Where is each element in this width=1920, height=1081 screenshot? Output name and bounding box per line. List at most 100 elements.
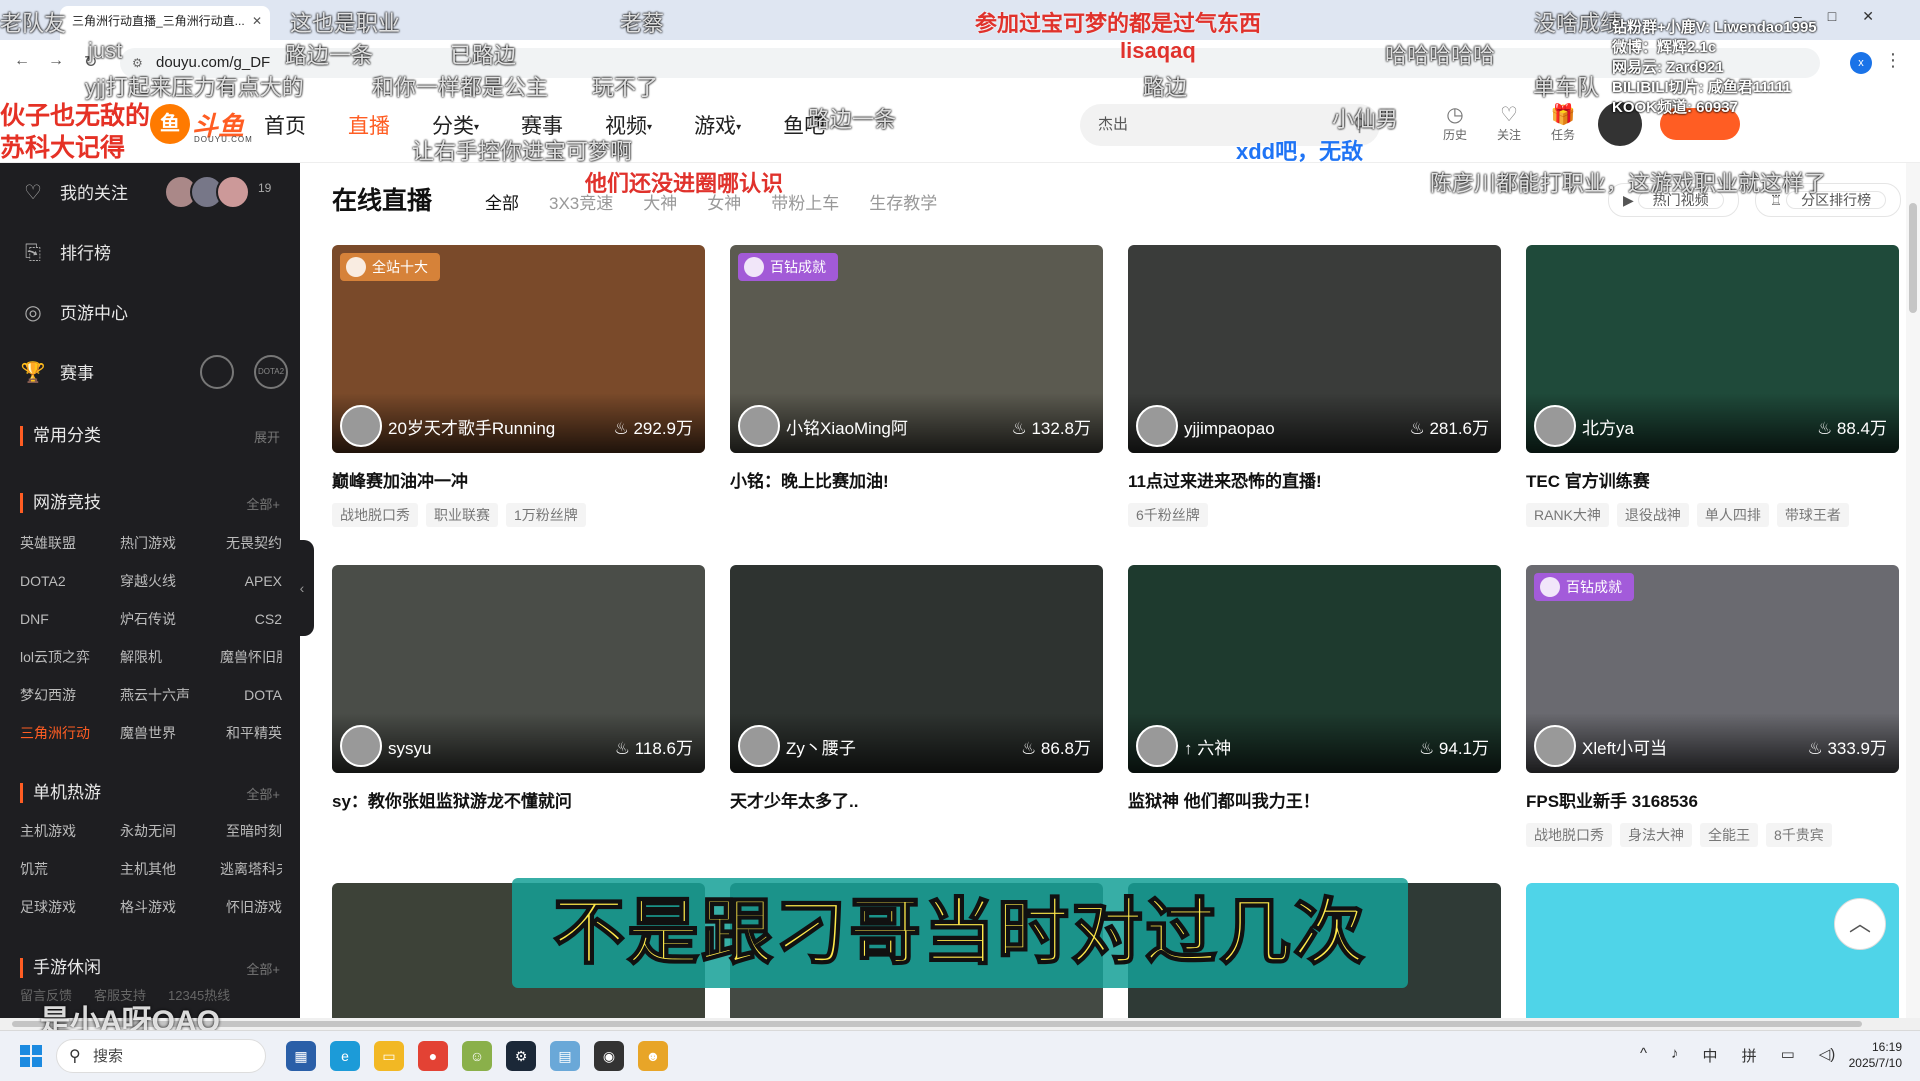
stream-tag[interactable]: 全能王 bbox=[1700, 823, 1758, 847]
close-icon[interactable]: ✕ bbox=[252, 6, 262, 36]
vertical-scrollbar[interactable] bbox=[1906, 163, 1920, 1018]
history-button[interactable]: ◷ 历史 bbox=[1428, 102, 1482, 143]
sidebar-game-link[interactable]: 三角洲行动 bbox=[20, 721, 120, 745]
avatar[interactable] bbox=[340, 405, 382, 447]
stream-title[interactable]: sy：教你张姐监狱游龙不懂就问 bbox=[332, 787, 572, 812]
stream-title[interactable]: 监狱神 他们都叫我力王！ bbox=[1128, 787, 1320, 812]
favorite-avatars[interactable] bbox=[164, 175, 250, 209]
sidebar-item-match[interactable]: 🏆 赛事 bbox=[20, 361, 94, 385]
edge-icon[interactable]: e bbox=[330, 1041, 360, 1071]
follow-button[interactable]: ♡ 关注 bbox=[1482, 102, 1536, 143]
browser-tab[interactable]: 三角洲行动直播_三角洲行动直... ✕ bbox=[60, 6, 270, 40]
taskbar-search[interactable]: ⚲ 搜索 bbox=[56, 1039, 266, 1073]
app-icon[interactable]: ☻ bbox=[638, 1041, 668, 1071]
live-card[interactable]: sysyu ♨ 118.6万 sy：教你张姐监狱游龙不懂就问 bbox=[332, 565, 705, 885]
ime-indicator[interactable]: 中 bbox=[1703, 1045, 1718, 1066]
sidebar-game-link[interactable]: 穿越火线 bbox=[120, 569, 220, 593]
sidebar-game-link[interactable]: APEX bbox=[220, 569, 282, 593]
sidebar-game-link[interactable]: 主机游戏 bbox=[20, 819, 120, 843]
anchor-name[interactable]: Xleft小可当 bbox=[1582, 734, 1667, 759]
steam-icon[interactable]: ⚙ bbox=[506, 1041, 536, 1071]
stream-tag[interactable]: 身法大神 bbox=[1620, 823, 1692, 847]
sidebar-game-link[interactable]: 足球游戏 bbox=[20, 895, 120, 919]
back-icon[interactable]: ← bbox=[14, 52, 30, 70]
filter-tab[interactable]: 生存教学 bbox=[869, 189, 937, 214]
stream-tag[interactable]: 战地脱口秀 bbox=[1526, 823, 1612, 847]
stream-thumbnail[interactable]: 百钻成就 小铭XiaoMing阿 ♨ 132.8万 bbox=[730, 245, 1103, 453]
live-card[interactable]: 百钻成就 小铭XiaoMing阿 ♨ 132.8万 小铭：晚上比赛加油! bbox=[730, 245, 1103, 565]
scroll-thumb[interactable] bbox=[1909, 203, 1917, 313]
anchor-name[interactable]: yjjimpaopao bbox=[1184, 419, 1275, 439]
anchor-name[interactable]: ↑ 六神 bbox=[1184, 734, 1231, 759]
sidebar-game-link[interactable]: CS2 bbox=[220, 607, 282, 631]
sidebar-game-link[interactable]: 饥荒 bbox=[20, 857, 120, 881]
stream-thumbnail[interactable]: 全站十大 20岁天才歌手Running ♨ 292.9万 bbox=[332, 245, 705, 453]
stream-title[interactable]: TEC 官方训练赛 bbox=[1526, 467, 1650, 492]
stream-tag[interactable]: 带球王者 bbox=[1776, 503, 1849, 527]
stream-title[interactable]: FPS职业新手 3168536 bbox=[1526, 787, 1698, 812]
sidebar-item-pagegame[interactable]: ◎ 页游中心 bbox=[20, 301, 128, 325]
nav-home[interactable]: 首页 bbox=[264, 110, 306, 140]
live-card[interactable]: ↑ 六神 ♨ 94.1万监狱神 他们都叫我力王！ bbox=[1128, 565, 1501, 885]
sidebar-game-link[interactable]: 梦幻西游 bbox=[20, 683, 120, 707]
sidebar-game-link[interactable]: DNF bbox=[20, 607, 120, 631]
sidebar-game-link[interactable]: 魔兽世界 bbox=[120, 721, 220, 745]
sidebar-game-link[interactable]: 逃离塔科夫 bbox=[220, 857, 282, 881]
avatar[interactable] bbox=[1534, 405, 1576, 447]
sidebar-game-link[interactable]: 热门游戏 bbox=[120, 531, 220, 555]
app-icon[interactable]: ☺ bbox=[462, 1041, 492, 1071]
online-all-link[interactable]: 全部+ bbox=[246, 494, 280, 513]
stream-tag[interactable]: 单人四排 bbox=[1696, 503, 1769, 527]
stream-title[interactable]: 巅峰赛加油冲一冲 bbox=[332, 467, 468, 492]
stream-tag[interactable]: 退役战神 bbox=[1616, 503, 1689, 527]
forward-icon[interactable]: → bbox=[48, 52, 64, 70]
stream-thumbnail[interactable]: 北方ya ♨ 88.4万 bbox=[1526, 245, 1899, 453]
sidebar-game-link[interactable]: 永劫无间 bbox=[120, 819, 220, 843]
sidebar-game-link[interactable]: DOTA2 bbox=[20, 569, 120, 593]
anchor-name[interactable]: Zy丶腰子 bbox=[786, 734, 856, 759]
anchor-name[interactable]: 北方ya bbox=[1582, 414, 1634, 439]
sidebar-game-link[interactable]: 燕云十六声 bbox=[120, 683, 220, 707]
sidebar-game-link[interactable]: 英雄联盟 bbox=[20, 531, 120, 555]
stream-thumbnail[interactable]: ↑ 六神 ♨ 94.1万 bbox=[1128, 565, 1501, 773]
mobile-all-link[interactable]: 全部+ bbox=[246, 959, 280, 978]
anchor-name[interactable]: 小铭XiaoMing阿 bbox=[786, 414, 908, 439]
sidebar-item-favorites[interactable]: ♡ 我的关注 bbox=[20, 181, 128, 205]
mic-icon[interactable]: ♪ bbox=[1671, 1045, 1679, 1066]
clock[interactable]: 16:19 2025/7/10 bbox=[1849, 1039, 1902, 1071]
tray-expand-icon[interactable]: ^ bbox=[1640, 1045, 1647, 1066]
avatar[interactable] bbox=[738, 405, 780, 447]
sidebar-game-link[interactable]: lol云顶之弈 bbox=[20, 645, 120, 669]
sidebar-item-ranking[interactable]: ⎘ 排行榜 bbox=[20, 241, 111, 265]
live-card[interactable]: Zy丶腰子 ♨ 86.8万 天才少年太多了.. bbox=[730, 565, 1103, 885]
avatar[interactable] bbox=[1136, 405, 1178, 447]
anchor-name[interactable]: 20岁天才歌手Running bbox=[388, 414, 555, 439]
live-card[interactable]: 百钻成就 Xleft小可当 ♨ 333.9万 FPS职业新手 3168536 战地脱口秀… bbox=[1526, 565, 1899, 885]
anchor-name[interactable]: sysyu bbox=[388, 739, 431, 759]
live-card[interactable]: 北方ya ♨ 88.4万 TEC 官方训练赛 RANK大神 退役战神 单人四排 带球王者 bbox=[1526, 245, 1899, 565]
expand-link[interactable]: 展开 bbox=[254, 427, 280, 446]
folder-icon[interactable]: ▭ bbox=[374, 1041, 404, 1071]
sidebar-game-link[interactable]: 怀旧游戏 bbox=[220, 895, 282, 919]
nav-game[interactable]: 游戏▾ bbox=[694, 110, 741, 140]
stream-tag[interactable]: 8千贵宾 bbox=[1766, 823, 1832, 847]
app-icon[interactable]: ▤ bbox=[550, 1041, 580, 1071]
stream-thumbnail[interactable]: sysyu ♨ 118.6万 bbox=[332, 565, 705, 773]
filter-tab[interactable]: 全部 bbox=[485, 189, 519, 214]
app-icon[interactable]: ◉ bbox=[594, 1041, 624, 1071]
network-icon[interactable]: ▭ bbox=[1781, 1045, 1795, 1066]
ime-mode[interactable]: 拼 bbox=[1742, 1045, 1757, 1066]
chrome-icon[interactable]: ● bbox=[418, 1041, 448, 1071]
profile-icon[interactable]: x bbox=[1850, 52, 1872, 74]
avatar[interactable] bbox=[1534, 725, 1576, 767]
sidebar-game-link[interactable]: 至暗时刻 bbox=[220, 819, 282, 843]
dota2-logo-icon[interactable]: DOTA2 bbox=[254, 355, 288, 389]
sidebar-game-link[interactable]: DOTA bbox=[220, 683, 282, 707]
sidebar-game-link[interactable]: 魔兽怀旧服 bbox=[220, 645, 282, 669]
taskview-icon[interactable]: ▦ bbox=[286, 1041, 316, 1071]
single-all-link[interactable]: 全部+ bbox=[246, 784, 280, 803]
scroll-thumb[interactable] bbox=[12, 1021, 1862, 1027]
menu-icon[interactable]: ⋮ bbox=[1884, 50, 1902, 71]
stream-tag[interactable]: 6千粉丝牌 bbox=[1128, 503, 1208, 527]
live-card[interactable]: 全站十大 20岁天才歌手Running ♨ 292.9万 巅峰赛加油冲一冲 战地脱口秀职… bbox=[332, 245, 705, 565]
